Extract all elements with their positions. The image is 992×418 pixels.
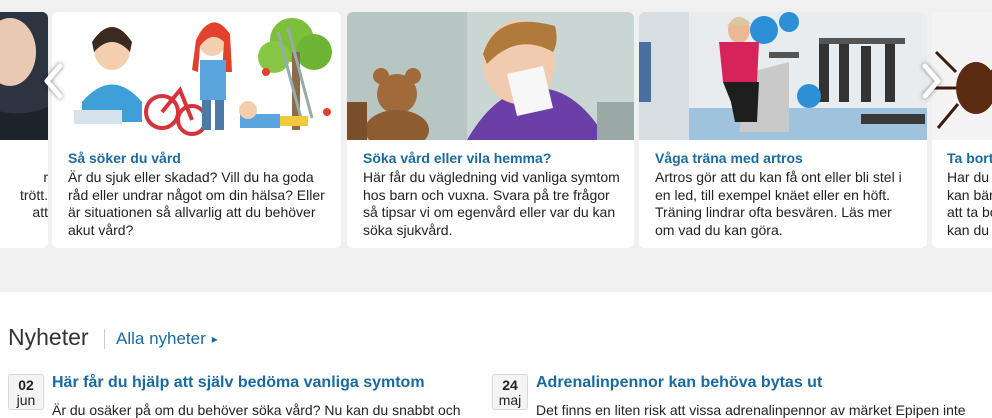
- carousel-next-button[interactable]: [915, 58, 949, 104]
- divider: [104, 329, 105, 349]
- card-text: Är du sjuk eller skadad? Vill du ha goda…: [68, 169, 325, 238]
- card-image: [52, 12, 341, 140]
- card-title[interactable]: Så söker du vård: [68, 150, 181, 166]
- all-news-link[interactable]: Alla nyheter ▸: [116, 329, 218, 349]
- card-title[interactable]: Söka vård eller vila hemma?: [363, 150, 551, 166]
- carousel-card-vaga-trana-med-artros[interactable]: Våga träna med artros Artros gör att du …: [639, 12, 927, 248]
- news-section: Nyheter Alla nyheter ▸ 02 jun Här får du…: [0, 292, 992, 418]
- article-carousel: r trött. att Så söker du vård Är du sjuk…: [0, 0, 992, 272]
- chevron-right-icon: [922, 63, 941, 99]
- date-badge: 02 jun: [8, 374, 44, 410]
- news-item-title[interactable]: Här får du hjälp att själv bedöma vanlig…: [52, 374, 425, 392]
- carousel-prev-button[interactable]: [36, 58, 70, 104]
- news-heading: Nyheter: [8, 324, 89, 350]
- chevron-right-icon: ▸: [211, 332, 218, 346]
- news-item-title[interactable]: Adrenalinpennor kan behöva bytas ut: [536, 374, 822, 392]
- card-image: [639, 12, 927, 140]
- card-image: [347, 12, 634, 140]
- date-month: maj: [498, 392, 522, 408]
- chevron-left-icon: [44, 63, 63, 99]
- carousel-card-partial-right[interactable]: Ta bort Har du kan bär att ta bo kan du: [932, 12, 992, 248]
- date-day: 02: [18, 377, 34, 393]
- date-day: 24: [502, 377, 518, 393]
- card-text: Har du kan bär att ta bo kan du: [947, 169, 992, 238]
- carousel-card-partial-left[interactable]: r trött. att: [0, 12, 48, 248]
- card-title[interactable]: Ta bort: [947, 150, 992, 166]
- card-text: Här får du vägledning vid vanliga symtom…: [363, 169, 620, 238]
- news-item-text: Det finns en liten risk att vissa adrena…: [536, 402, 966, 418]
- card-title[interactable]: Våga träna med artros: [655, 150, 803, 166]
- carousel-card-sa-soker-du-vard[interactable]: Så söker du vård Är du sjuk eller skadad…: [52, 12, 341, 248]
- date-badge: 24 maj: [492, 374, 528, 410]
- carousel-card-soka-vard-eller-vila[interactable]: Söka vård eller vila hemma? Här får du v…: [347, 12, 634, 248]
- all-news-label: Alla nyheter: [116, 329, 206, 348]
- card-text: Artros gör att du kan få ont eller bli s…: [655, 169, 902, 238]
- card-text: r trött. att: [19, 169, 48, 220]
- date-month: jun: [16, 392, 36, 408]
- news-item-text: Är du osäker på om du behöver söka vård?…: [52, 402, 461, 418]
